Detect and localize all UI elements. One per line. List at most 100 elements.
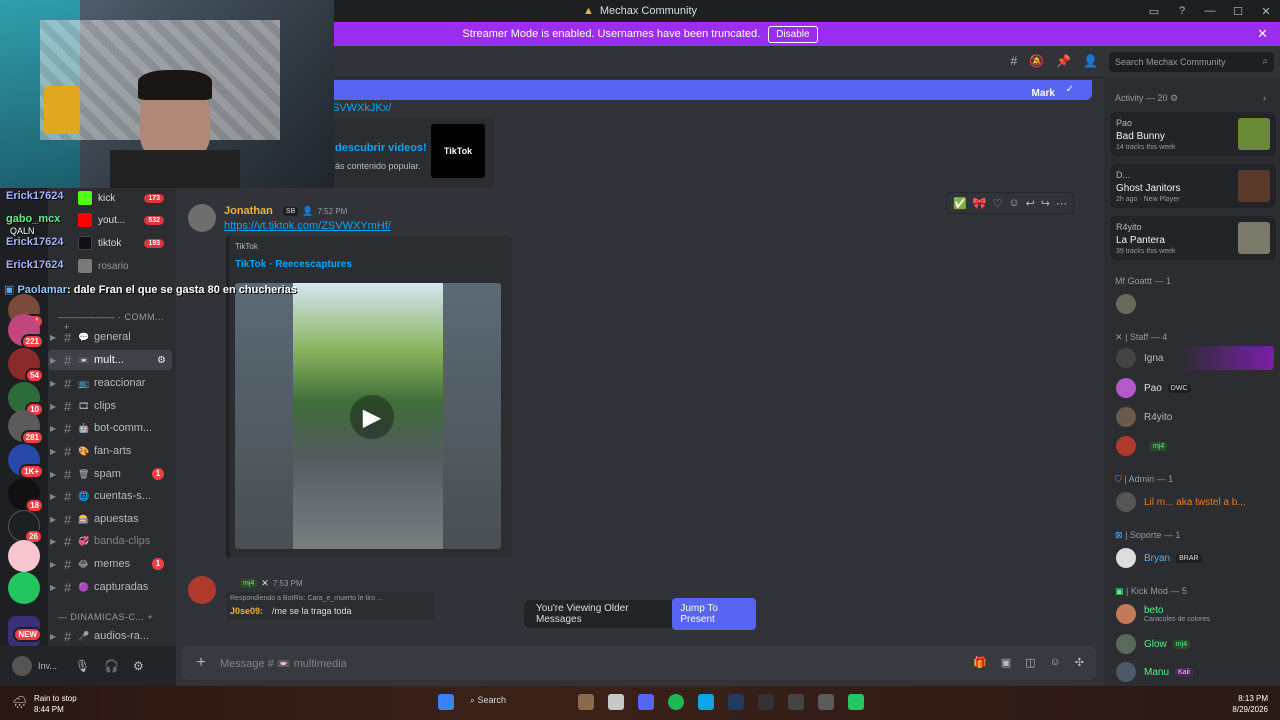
server-icon[interactable]: 221: [8, 314, 44, 349]
tiktok-logo-text: TikTok: [443, 146, 473, 156]
channel-cuentas[interactable]: ▶ # 🌐 cuentas-s...: [48, 486, 172, 506]
search-input[interactable]: Search Mechax Community ⌕: [1109, 52, 1274, 72]
channel-clips[interactable]: ▶ # 🎞 clips: [48, 396, 172, 416]
app-icon[interactable]: [818, 694, 834, 710]
disable-streamer-mode-button[interactable]: Disable: [768, 25, 818, 43]
server-icon[interactable]: 26: [8, 510, 43, 544]
attach-plus-icon[interactable]: +: [182, 654, 220, 672]
server-icon[interactable]: [8, 572, 40, 604]
threads-icon[interactable]: #: [1010, 54, 1017, 68]
microphone-icon[interactable]: 🎙: [75, 659, 90, 673]
member-item[interactable]: beto Caracoles de colores: [1116, 602, 1210, 626]
avatar[interactable]: [12, 656, 32, 676]
activity-header[interactable]: Activity — 20 ⚙ ›: [1115, 93, 1266, 104]
edge-icon[interactable]: [698, 694, 714, 710]
start-icon[interactable]: [438, 694, 454, 710]
sticker-icon[interactable]: ◫: [1025, 656, 1035, 669]
weather-icon[interactable]: 🌧: [12, 695, 27, 709]
emoji-reaction-icon[interactable]: 🎀: [973, 197, 987, 210]
jump-to-present-button[interactable]: Jump To Present: [672, 598, 756, 630]
activity-card[interactable]: R4yito La Pantera 39 tracks this week: [1110, 216, 1276, 260]
heart-icon[interactable]: ♡: [992, 197, 1002, 210]
server-icon[interactable]: [8, 540, 40, 572]
weather-widget[interactable]: Rain to stop 8:44 PM: [34, 693, 77, 715]
channel-memes[interactable]: ▶ # 😂 memes 1: [48, 554, 172, 574]
steam-icon[interactable]: [728, 694, 744, 710]
embed-title[interactable]: descubrir videos!: [335, 142, 427, 154]
play-icon[interactable]: ▶: [350, 395, 394, 439]
avatar[interactable]: [188, 576, 216, 604]
maximize-button[interactable]: ☐: [1224, 0, 1252, 22]
app-icon[interactable]: [608, 694, 624, 710]
channel-apuestas[interactable]: ▶ # 🎰 apuestas: [48, 509, 172, 529]
reply-reference[interactable]: Respondiendo a BotRix: Cara_e_muerto le …: [230, 595, 383, 602]
member-item[interactable]: Lil m... aka twstel a b...: [1116, 490, 1246, 514]
reply-icon[interactable]: ↩: [1026, 197, 1035, 210]
emoji-icon[interactable]: ☺: [1050, 656, 1061, 669]
member-item[interactable]: Glow mj4: [1116, 632, 1191, 656]
video-thumbnail[interactable]: ▶: [235, 283, 501, 549]
server-icon[interactable]: NEW: [8, 616, 42, 648]
close-banner-icon[interactable]: ✕: [1257, 26, 1268, 42]
channel-audios[interactable]: ▶ # 🎤 audios-ra...: [48, 626, 172, 646]
notifications-muted-icon[interactable]: 🔕: [1029, 54, 1044, 68]
headphones-icon[interactable]: 🎧: [104, 659, 119, 673]
channel-multimedia[interactable]: ▶ # 📼 mult... ⚙: [48, 350, 172, 370]
channel-emoji: 📺: [78, 377, 90, 388]
close-window-button[interactable]: ✕: [1252, 0, 1280, 22]
server-icon[interactable]: 281: [8, 410, 44, 445]
member-item[interactable]: Pao DWC: [1116, 376, 1191, 400]
server-icon[interactable]: 1K+: [8, 444, 44, 479]
author-tag: mj4: [240, 579, 258, 588]
avatar: [1116, 348, 1136, 368]
inbox-icon[interactable]: ▭: [1140, 0, 1168, 22]
pin-icon[interactable]: 📌: [1056, 54, 1071, 68]
category-header[interactable]: — DINAMICAS-C... +: [58, 612, 153, 622]
member-item[interactable]: Igna: [1116, 346, 1274, 370]
help-icon[interactable]: ?: [1168, 0, 1196, 22]
channel-label: bot-comm...: [94, 422, 153, 434]
server-icon[interactable]: 54: [8, 348, 44, 383]
member-item[interactable]: Bryan BRAR: [1116, 546, 1202, 570]
taskbar-clock[interactable]: 8:13 PM 8/29/2026: [1232, 693, 1268, 715]
app-icon[interactable]: [848, 694, 864, 710]
gif-icon[interactable]: ▣: [1001, 656, 1011, 669]
server-icon[interactable]: 18: [8, 478, 44, 513]
message-composer[interactable]: + Message # 📼 multimedia 🎁 ▣ ◫ ☺ ✣: [182, 646, 1096, 680]
rosario-icon: [78, 259, 92, 273]
taskbar-search[interactable]: ⌕ Search: [470, 695, 506, 706]
member-item[interactable]: mj4: [1116, 434, 1168, 458]
member-item[interactable]: R4yito: [1116, 405, 1172, 429]
channel-settings-icon[interactable]: ⚙: [157, 355, 166, 366]
member-item[interactable]: [1116, 292, 1144, 316]
more-options-icon[interactable]: ⋯: [1056, 197, 1067, 210]
activity-card[interactable]: Pao Bad Bunny 14 tracks this week: [1110, 112, 1276, 156]
embed-description: ás contenido popular.: [335, 161, 421, 171]
channel-capturadas[interactable]: ▶ # 🟣 capturadas: [48, 577, 172, 597]
minimize-button[interactable]: —: [1196, 0, 1224, 22]
obs-icon[interactable]: [758, 694, 774, 710]
discord-icon[interactable]: [638, 694, 654, 710]
channel-fan-arts[interactable]: ▶ # 🎨 fan-arts: [48, 441, 172, 461]
member-item[interactable]: Manu Kaii: [1116, 660, 1193, 684]
role-label: | Admin — 1: [1124, 474, 1174, 484]
channel-reaccionar[interactable]: ▶ # 📺 reaccionar: [48, 373, 172, 393]
app-icon[interactable]: [578, 694, 594, 710]
channel-bot-commands[interactable]: ▶ # 🤖 bot-comm...: [48, 418, 172, 438]
check-reaction-icon[interactable]: ✅: [953, 197, 967, 210]
settings-gear-icon[interactable]: ⚙: [133, 659, 144, 673]
apps-icon[interactable]: ✣: [1075, 656, 1084, 669]
spotify-icon[interactable]: [668, 694, 684, 710]
app-icon[interactable]: [788, 694, 804, 710]
channel-general[interactable]: ▶ # 💬 general: [48, 327, 172, 347]
channel-label: general: [94, 331, 131, 343]
previous-message-link[interactable]: SVWXkJKx/: [332, 102, 391, 114]
avatar: [1116, 634, 1136, 654]
gift-icon[interactable]: 🎁: [973, 656, 987, 669]
channel-banda-clips[interactable]: ▶ # 💞 banda-clips: [48, 531, 172, 551]
members-list-icon[interactable]: 👤: [1083, 54, 1098, 68]
add-reaction-icon[interactable]: ☺: [1008, 197, 1019, 209]
channel-spam[interactable]: ▶ # 🗑 spam 1: [48, 464, 172, 484]
activity-card[interactable]: D... Ghost Janitors 2h ago · New Player: [1110, 164, 1276, 208]
forward-icon[interactable]: ↪: [1041, 197, 1050, 210]
